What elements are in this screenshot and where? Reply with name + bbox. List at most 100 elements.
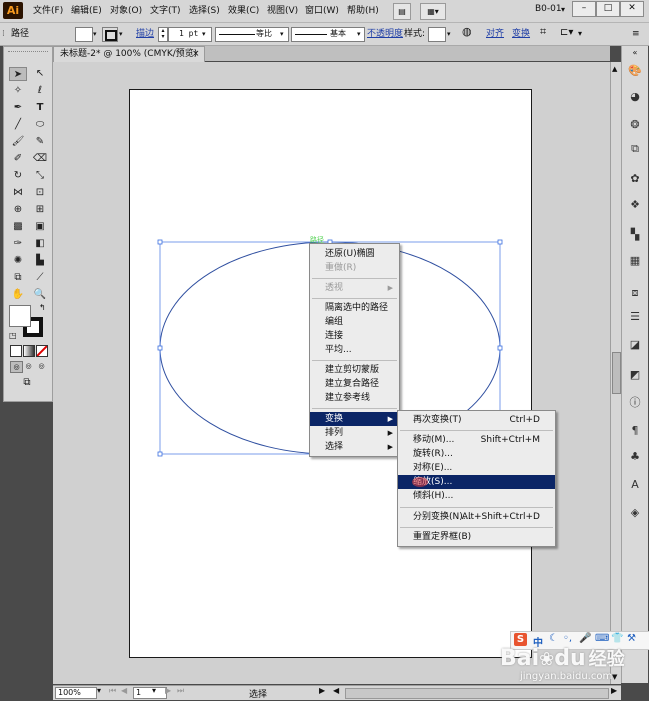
color-mode-icon[interactable] <box>10 345 22 357</box>
menu-item-reflect[interactable]: 对称(E)... <box>398 461 555 475</box>
rotate-tool-icon[interactable]: ↻ <box>9 169 27 183</box>
eyedropper-tool-icon[interactable]: ✑ <box>9 237 27 251</box>
pen-tool-icon[interactable]: ✒ <box>9 101 27 115</box>
fill-color-icon[interactable] <box>9 305 31 327</box>
moon-icon[interactable]: ☾ <box>549 633 558 644</box>
chevron-down-icon[interactable]: ▾ <box>357 28 361 40</box>
line-tool-icon[interactable]: ╱ <box>9 118 27 132</box>
menu-item-isolate-path[interactable]: 隔离选中的路径 <box>310 301 399 315</box>
draw-behind-icon[interactable]: ◎ <box>23 361 34 371</box>
chevron-down-icon[interactable]: ▾ <box>280 28 284 40</box>
menu-item-shear[interactable]: 倾斜(H)... <box>398 489 555 503</box>
menu-edit[interactable]: 编辑(E) <box>71 4 102 18</box>
menu-item-transform-again[interactable]: 再次变换(T) Ctrl+D <box>398 413 555 427</box>
menu-item-move[interactable]: 移动(M)... Shift+Ctrl+M <box>398 433 555 447</box>
draw-normal-icon[interactable]: ◎ <box>10 361 23 373</box>
menu-item-redo[interactable]: 重做(R) <box>310 261 399 275</box>
transparency-panel-icon[interactable]: ◩ <box>626 366 644 384</box>
next-artboard-icon[interactable]: ▶ <box>165 686 171 695</box>
scale-tool-icon[interactable]: ⤡ <box>31 169 49 183</box>
arrange-documents-icon[interactable]: ▦▾ <box>420 3 446 20</box>
gradient-panel-icon[interactable]: ◪ <box>626 336 644 354</box>
paintbrush-tool-icon[interactable]: 🖌 <box>9 135 27 149</box>
bridge-icon[interactable]: ▤ <box>393 3 411 20</box>
swap-fill-stroke-icon[interactable]: ↰ <box>39 303 46 312</box>
chevron-down-icon[interactable]: ▾ <box>119 28 123 40</box>
menu-item-undo[interactable]: 还原(U)椭圆 <box>310 247 399 261</box>
width-tool-icon[interactable]: ⋈ <box>9 186 27 200</box>
brushes-icon[interactable]: ✿ <box>626 170 644 188</box>
paragraph-panel-icon[interactable]: ¶ <box>626 422 644 440</box>
menu-select[interactable]: 选择(S) <box>189 4 220 18</box>
prev-artboard-icon[interactable]: ◀ <box>121 686 127 695</box>
panel-menu-icon[interactable]: ▾ <box>578 28 582 40</box>
panel-menu-icon[interactable]: ≡ <box>632 28 640 40</box>
scroll-left-icon[interactable]: ◀ <box>333 686 339 695</box>
pencil-tool-icon[interactable]: ✎ <box>31 135 49 149</box>
menu-item-arrange[interactable]: 排列 ▶ <box>310 426 399 440</box>
blend-tool-icon[interactable]: ◧ <box>31 237 49 251</box>
horizontal-scrollbar[interactable] <box>345 688 609 699</box>
menu-object[interactable]: 对象(O) <box>110 4 142 18</box>
symbol-sprayer-tool-icon[interactable]: ✺ <box>9 254 27 268</box>
swatches-icon[interactable]: ⧉ <box>626 140 644 158</box>
scroll-right-icon[interactable]: ▶ <box>611 686 617 695</box>
menu-item-group[interactable]: 编组 <box>310 315 399 329</box>
mesh-tool-icon[interactable]: ▩ <box>9 220 27 234</box>
direct-selection-tool-icon[interactable]: ↖ <box>31 67 49 81</box>
perspective-grid-tool-icon[interactable]: ⊞ <box>31 203 49 217</box>
eraser-tool-icon[interactable]: ⌫ <box>31 152 49 166</box>
hand-tool-icon[interactable]: ✋ <box>9 288 27 302</box>
graphic-style-swatch[interactable] <box>428 27 446 42</box>
ellipse-tool-icon[interactable]: ⬭ <box>31 118 49 132</box>
slice-tool-icon[interactable]: ⟋ <box>31 271 49 285</box>
blob-brush-tool-icon[interactable]: ✐ <box>9 152 27 166</box>
menu-item-make-compound-path[interactable]: 建立复合路径 <box>310 377 399 391</box>
align-link[interactable]: 对齐 <box>486 28 504 40</box>
menu-item-rotate[interactable]: 旋转(R)... <box>398 447 555 461</box>
zoom-field[interactable]: 100% <box>55 687 97 699</box>
screen-mode-icon[interactable]: ⧉ <box>19 377 35 389</box>
artboard-tool-icon[interactable]: ⧉ <box>9 271 27 285</box>
shape-builder-tool-icon[interactable]: ⊕ <box>9 203 27 217</box>
color-guide-icon[interactable]: ◕ <box>626 88 644 106</box>
chevron-down-icon[interactable]: ▾ <box>93 28 97 40</box>
color-panel-icon[interactable]: 🎨 <box>626 62 644 80</box>
collapse-panels-icon[interactable]: « <box>626 48 644 57</box>
variable-width-profile[interactable]: 等比 <box>215 27 289 42</box>
chevron-down-icon[interactable]: ▾ <box>97 686 101 695</box>
free-transform-tool-icon[interactable]: ⊡ <box>31 186 49 200</box>
color-wheel-icon[interactable]: ❂ <box>626 116 644 134</box>
transform-link[interactable]: 变换 <box>512 28 530 40</box>
menu-item-join[interactable]: 连接 <box>310 329 399 343</box>
close-icon[interactable]: × <box>192 47 200 61</box>
magic-wand-tool-icon[interactable]: ✧ <box>9 84 27 98</box>
menu-effect[interactable]: 效果(C) <box>228 4 259 18</box>
draw-inside-icon[interactable]: ◎ <box>36 361 47 371</box>
menu-window[interactable]: 窗口(W) <box>305 4 339 18</box>
opacity-link[interactable]: 不透明度 <box>367 28 403 40</box>
menu-item-make-guides[interactable]: 建立参考线 <box>310 391 399 405</box>
menu-help[interactable]: 帮助(H) <box>347 4 379 18</box>
chevron-down-icon[interactable]: ▾ <box>447 28 451 40</box>
stack-layers-icon[interactable]: ◈ <box>626 504 644 522</box>
menu-view[interactable]: 视图(V) <box>267 4 298 18</box>
type-tool-icon[interactable]: T <box>31 101 49 115</box>
menu-item-reset-bounding-box[interactable]: 重置定界框(B) <box>398 530 555 544</box>
chevron-down-icon[interactable]: ▾ <box>152 686 156 695</box>
none-mode-icon[interactable] <box>36 345 48 357</box>
isolate-group-icon[interactable]: ⌗ <box>540 26 546 38</box>
menu-item-transform[interactable]: 变换 ▶ <box>310 412 399 426</box>
stroke-swatch-icon[interactable] <box>102 27 118 42</box>
stroke-stepper[interactable]: ▴ ▾ <box>158 27 168 42</box>
keyboard-icon[interactable]: ⌨ <box>595 633 609 644</box>
chevron-down-icon[interactable]: ▾ <box>202 28 206 40</box>
menu-item-average[interactable]: 平均... <box>310 343 399 357</box>
chevron-down-icon[interactable]: ▾ <box>561 5 565 14</box>
arrange-icon[interactable]: ⊏▾ <box>560 27 573 39</box>
menu-file[interactable]: 文件(F) <box>33 4 63 18</box>
selection-tool-icon[interactable]: ➤ <box>9 67 27 81</box>
recolor-artwork-icon[interactable]: ◍ <box>462 26 472 38</box>
punctuation-icon[interactable]: ◦, <box>563 633 572 644</box>
last-artboard-icon[interactable]: ⏭ <box>177 686 184 696</box>
